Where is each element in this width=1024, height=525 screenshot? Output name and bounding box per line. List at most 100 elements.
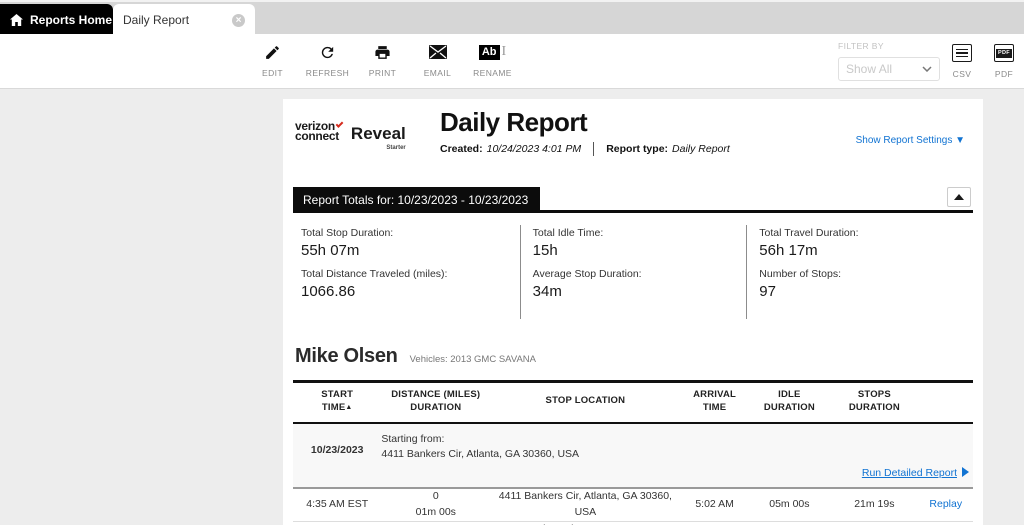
cell-start-time: 4:35 AM EST: [306, 498, 369, 510]
rename-button[interactable]: Ab I RENAME: [470, 42, 515, 78]
driver-header: Mike Olsen Vehicles: 2013 GMC SAVANA: [293, 345, 973, 368]
date-group-row: 10/23/2023 Starting from: 4411 Bankers C…: [293, 423, 973, 490]
col-header-stops-duration[interactable]: STOPS DURATION: [830, 389, 918, 415]
tab-report-label: Daily Report: [123, 13, 190, 27]
email-label: EMAIL: [423, 68, 452, 78]
pencil-icon: [264, 42, 281, 62]
report-type-label: Report type:: [606, 143, 669, 155]
refresh-button[interactable]: REFRESH: [305, 42, 350, 78]
filter-select[interactable]: Show All: [838, 57, 940, 81]
report-meta: Created: 10/24/2023 4:01 PM Report type:…: [440, 142, 730, 156]
group-starting-from: Starting from: 4411 Bankers Cir, Atlanta…: [381, 432, 579, 464]
created-label: Created:: [440, 143, 483, 155]
table-row: 4:35 AM EST 0 01m 00s 4411 Bankers Cir, A…: [293, 489, 973, 522]
report-panel: verizon connect Reveal Starter Daily Rep…: [283, 99, 983, 525]
cell-distance-duration: 0 01m 00s: [415, 490, 456, 518]
print-label: PRINT: [368, 68, 397, 78]
total-distance-label: Total Distance Traveled (miles):: [301, 268, 448, 280]
reveal-wordmark: Reveal Starter: [351, 125, 406, 157]
cell-arrival-time: 5:02 AM: [695, 498, 734, 510]
total-travel-duration-value: 56h 17m: [759, 242, 818, 259]
envelope-icon: [428, 42, 447, 62]
total-idle-time-label: Total Idle Time:: [532, 227, 604, 239]
total-stop-duration-label: Total Stop Duration:: [301, 227, 394, 239]
filter-by: FILTER BY Show All: [838, 41, 940, 81]
number-of-stops-label: Number of Stops:: [759, 268, 841, 280]
edit-button[interactable]: EDIT: [250, 42, 295, 78]
stops-table: START TIME▲ DISTANCE (MILES) DURATION STOP…: [293, 380, 973, 525]
cell-distance-duration: 14.6621m 00s: [381, 522, 490, 525]
page-title: Daily Report: [440, 107, 588, 137]
csv-label: CSV: [952, 69, 972, 79]
starting-from-address: 4411 Bankers Cir, Atlanta, GA 30360, USA: [381, 448, 580, 461]
report-totals-title: Report Totals for: 10/23/2023 - 10/23/20…: [293, 187, 541, 213]
filter-by-label: FILTER BY: [838, 41, 884, 51]
printer-icon: [374, 42, 391, 62]
replay-link[interactable]: Replay: [919, 497, 973, 513]
totals-grid: Total Stop Duration: 55h 07m Total Distan…: [293, 225, 973, 319]
col-header-stop-location[interactable]: STOP LOCATION: [490, 389, 680, 415]
refresh-label: REFRESH: [305, 68, 350, 78]
totals-column: Total Idle Time: 15h Average Stop Duratio…: [519, 225, 747, 319]
starting-from-label: Starting from:: [381, 432, 445, 445]
driver-name: Mike Olsen: [295, 345, 398, 367]
pdf-label: PDF: [994, 69, 1014, 79]
rename-label: RENAME: [473, 68, 512, 78]
tab-daily-report[interactable]: Daily Report ×: [113, 4, 255, 36]
run-detailed-report-link[interactable]: Run Detailed Report: [862, 467, 957, 479]
email-button[interactable]: EMAIL: [415, 42, 460, 78]
report-type-value: Daily Report: [672, 143, 730, 155]
total-idle-time-value: 15h: [532, 242, 558, 259]
meta-divider: [593, 142, 595, 156]
verizon-connect-wordmark: verizon connect: [295, 120, 344, 142]
home-icon: [10, 14, 23, 26]
average-stop-duration-label: Average Stop Duration:: [532, 268, 642, 280]
total-travel-duration-label: Total Travel Duration:: [759, 227, 859, 239]
col-header-arrival-time[interactable]: ARRIVAL TIME: [681, 389, 749, 415]
csv-document-icon: [952, 44, 972, 62]
print-button[interactable]: PRINT: [360, 42, 405, 78]
collapse-totals-button[interactable]: [947, 187, 971, 207]
created-value: 10/24/2023 4:01 PM: [486, 143, 582, 155]
refresh-icon: [319, 42, 336, 62]
total-distance-value: 1066.86: [301, 283, 356, 300]
rename-icon: Ab I: [478, 42, 506, 62]
col-header-start-time[interactable]: START TIME▲: [293, 389, 381, 415]
sort-ascending-icon: ▲: [345, 403, 353, 411]
show-report-settings-link[interactable]: Show Report Settings ▼: [856, 135, 965, 146]
table-header-row: START TIME▲ DISTANCE (MILES) DURATION STOP…: [293, 380, 973, 424]
verizon-check-icon: [335, 120, 344, 128]
col-header-distance-duration[interactable]: DISTANCE (MILES) DURATION: [381, 389, 490, 415]
col-header-idle-duration[interactable]: IDLE DURATION: [749, 389, 831, 415]
group-date: 10/23/2023: [310, 443, 364, 456]
toolbar: EDIT REFRESH PRINT EMAIL Ab I RENAME FIL…: [0, 34, 1024, 89]
average-stop-duration-value: 34m: [532, 283, 562, 300]
export-buttons: CSV PDF PDF: [948, 44, 1018, 79]
cell-idle-duration: 05m 00s: [769, 498, 810, 510]
tab-reports-home[interactable]: Reports Home: [0, 4, 113, 36]
chevron-down-icon: [922, 66, 932, 72]
filter-select-value: Show All: [846, 62, 893, 76]
edit-label: EDIT: [262, 68, 283, 78]
cell-stops-duration: 21m 19s: [854, 498, 895, 510]
tab-home-label: Reports Home: [30, 13, 113, 27]
close-icon[interactable]: ×: [232, 13, 245, 27]
driver-vehicles: Vehicles: 2013 GMC SAVANA: [409, 354, 536, 365]
total-stop-duration-value: 55h 07m: [301, 242, 360, 259]
cell-stop-location: Unnamed Road, Smyrna, GA 30080, USA: [490, 522, 680, 525]
cell-stop-location: 4411 Bankers Cir, Atlanta, GA 30360, USA: [498, 490, 672, 518]
triangle-right-icon: [962, 467, 969, 478]
number-of-stops-value: 97: [759, 283, 776, 300]
report-header: verizon connect Reveal Starter Daily Rep…: [293, 99, 973, 181]
toolbar-actions: EDIT REFRESH PRINT EMAIL Ab I RENAME: [250, 42, 515, 78]
verizon-connect-reveal-logo: verizon connect Reveal Starter: [295, 120, 406, 157]
table-row: 5:02 AM 14.6621m 00s Unnamed Road, Smyrn…: [293, 522, 973, 525]
pdf-button[interactable]: PDF PDF: [990, 44, 1018, 79]
run-detailed-report: Run Detailed Report: [293, 463, 973, 481]
totals-column: Total Stop Duration: 55h 07m Total Distan…: [293, 225, 520, 319]
triangle-up-icon: [954, 194, 964, 200]
col-header-actions: [919, 389, 973, 415]
report-title-block: Daily Report Created: 10/24/2023 4:01 PM…: [440, 107, 730, 156]
report-totals-bar: Report Totals for: 10/23/2023 - 10/23/20…: [293, 187, 973, 213]
csv-button[interactable]: CSV: [948, 44, 976, 79]
